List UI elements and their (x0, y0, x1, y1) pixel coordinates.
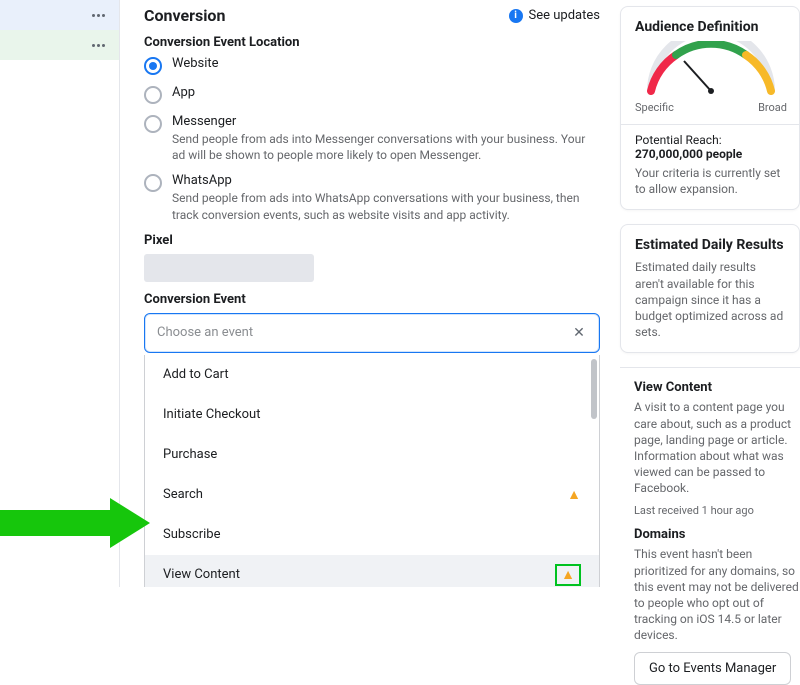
estimated-daily-card: Estimated Daily Results Estimated daily … (620, 224, 800, 353)
section-title: Conversion (144, 6, 225, 25)
domains-body: This event hasn't been prioritized for a… (634, 546, 800, 643)
tree-item[interactable] (0, 30, 119, 60)
radio-title: App (172, 85, 195, 100)
daily-body: Estimated daily results aren't available… (635, 259, 787, 340)
option-label: Purchase (163, 447, 217, 462)
event-last-received: Last received 1 hour ago (634, 504, 800, 517)
domains-title: Domains (634, 527, 800, 542)
campaign-tree-rail (0, 0, 120, 587)
more-icon[interactable] (92, 44, 105, 47)
option-label: Subscribe (163, 527, 220, 542)
option-view-content[interactable]: View Content ▲ (145, 555, 599, 587)
option-purchase[interactable]: Purchase (145, 435, 599, 475)
gauge-label-specific: Specific (635, 101, 674, 114)
radio-icon[interactable] (144, 115, 162, 133)
audience-gauge (636, 41, 786, 101)
radio-messenger[interactable]: Messenger Send people from ads into Mess… (144, 114, 600, 163)
radio-whatsapp[interactable]: WhatsApp Send people from ads into Whats… (144, 173, 600, 222)
option-label: Initiate Checkout (163, 407, 260, 422)
event-details-panel: View Content A visit to a content page y… (620, 367, 800, 684)
pixel-label: Pixel (144, 233, 600, 248)
radio-title: Messenger (172, 114, 600, 129)
option-label: Search (163, 487, 203, 502)
pixel-value-redacted (144, 254, 314, 282)
potential-reach: Potential Reach: 270,000,000 people (635, 133, 787, 161)
option-label: View Content (163, 567, 240, 582)
daily-title: Estimated Daily Results (635, 237, 787, 253)
audience-title: Audience Definition (635, 19, 787, 35)
option-initiate-checkout[interactable]: Initiate Checkout (145, 395, 599, 435)
radio-icon[interactable] (144, 57, 162, 75)
radio-app[interactable]: App (144, 85, 600, 104)
option-label: Add to Cart (163, 367, 229, 382)
radio-website[interactable]: Website (144, 56, 600, 75)
option-add-to-cart[interactable]: Add to Cart (145, 355, 599, 395)
audience-criteria: Your criteria is currently set to allow … (635, 165, 787, 197)
scrollbar[interactable] (591, 359, 597, 419)
radio-icon[interactable] (144, 174, 162, 192)
radio-icon[interactable] (144, 86, 162, 104)
conversion-event-select[interactable]: Choose an event ✕ (144, 313, 600, 353)
event-location-label: Conversion Event Location (144, 35, 600, 50)
event-details-title: View Content (634, 380, 800, 395)
warning-icon: ▲ (555, 564, 581, 586)
tree-item[interactable] (0, 0, 119, 30)
option-search[interactable]: Search ▲ (145, 475, 599, 515)
radio-desc: Send people from ads into Messenger conv… (172, 131, 600, 163)
gauge-label-broad: Broad (758, 101, 787, 114)
radio-desc: Send people from ads into WhatsApp conve… (172, 190, 600, 222)
divider (621, 124, 799, 125)
radio-title: Website (172, 56, 219, 71)
info-icon: i (509, 9, 523, 23)
see-updates-label: See updates (529, 8, 600, 23)
see-updates-link[interactable]: i See updates (509, 8, 600, 23)
warning-icon: ▲ (567, 488, 581, 502)
conversion-event-dropdown: Add to Cart Initiate Checkout Purchase S… (144, 355, 600, 587)
option-subscribe[interactable]: Subscribe (145, 515, 599, 555)
audience-definition-card: Audience Definition Specific Broad Poten… (620, 6, 800, 210)
events-manager-button[interactable]: Go to Events Manager (634, 652, 791, 685)
more-icon[interactable] (92, 14, 105, 17)
event-details-body: A visit to a content page you care about… (634, 399, 800, 496)
radio-title: WhatsApp (172, 173, 600, 188)
select-placeholder: Choose an event (157, 325, 253, 340)
conversion-event-label: Conversion Event (144, 292, 600, 307)
clear-icon[interactable]: ✕ (571, 325, 587, 341)
